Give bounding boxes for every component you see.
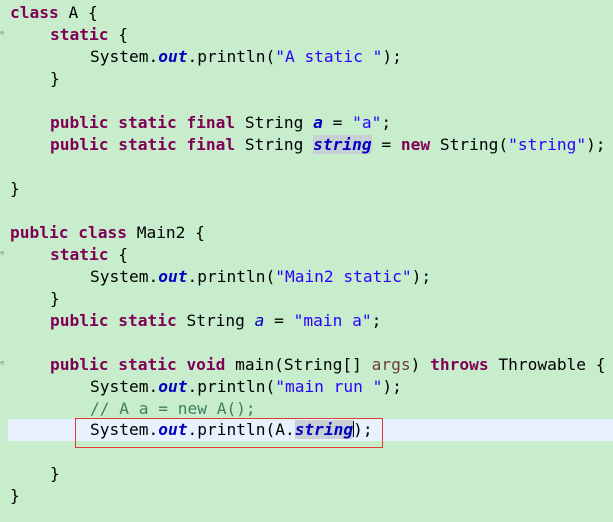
code-text: { bbox=[108, 25, 128, 44]
code-text: .println( bbox=[187, 267, 276, 286]
editor-gutter bbox=[0, 0, 8, 522]
code-text: Throwable { bbox=[488, 355, 606, 374]
static-field: out bbox=[158, 267, 188, 286]
code-text: } bbox=[50, 289, 60, 308]
string-literal: "a" bbox=[352, 113, 382, 132]
code-text: ); bbox=[586, 135, 606, 154]
keyword: new bbox=[400, 135, 431, 154]
keyword: throws bbox=[430, 355, 489, 374]
code-editor[interactable]: ⊖ ⊖ ⊖ class A { static { System.out.prin… bbox=[0, 0, 613, 522]
code-line[interactable]: } bbox=[10, 485, 20, 507]
code-text: ; bbox=[371, 311, 382, 330]
code-text: System. bbox=[90, 377, 159, 396]
code-line[interactable]: static { bbox=[50, 24, 128, 46]
string-literal: "A static " bbox=[275, 47, 383, 66]
keyword: static bbox=[50, 25, 109, 44]
keyword: public static final bbox=[50, 135, 236, 154]
code-line[interactable]: System.out.println("Main2 static"); bbox=[90, 266, 431, 288]
code-line[interactable]: } bbox=[50, 68, 60, 90]
fold-marker-icon[interactable]: ⊖ bbox=[0, 250, 6, 257]
code-text: String( bbox=[430, 135, 509, 154]
string-literal: "string" bbox=[508, 135, 587, 154]
code-text: ); bbox=[411, 267, 432, 286]
code-line[interactable]: } bbox=[50, 288, 60, 310]
code-text: String bbox=[235, 135, 314, 154]
code-text: ) bbox=[410, 355, 431, 374]
keyword: public class bbox=[10, 223, 127, 242]
code-line[interactable]: } bbox=[50, 463, 60, 485]
fold-marker-icon[interactable]: ⊖ bbox=[0, 360, 6, 367]
code-line[interactable]: public static final String a = "a"; bbox=[50, 112, 391, 134]
static-field: a bbox=[254, 311, 265, 330]
code-line[interactable]: System.out.println("main run "); bbox=[90, 376, 402, 398]
code-text: String bbox=[176, 311, 255, 330]
string-literal: "main a" bbox=[293, 311, 372, 330]
code-text: { bbox=[108, 245, 128, 264]
code-line[interactable]: public class Main2 { bbox=[10, 222, 205, 244]
highlight-annotation-box bbox=[75, 418, 383, 448]
code-line[interactable]: static { bbox=[50, 244, 128, 266]
code-text: = bbox=[371, 135, 401, 154]
code-line[interactable]: System.out.println("A static "); bbox=[90, 46, 402, 68]
code-text: .println( bbox=[187, 47, 276, 66]
code-text: .println( bbox=[187, 377, 276, 396]
code-line[interactable]: // A a = new A(); bbox=[90, 398, 256, 420]
keyword: class bbox=[10, 3, 59, 22]
static-field: out bbox=[158, 377, 188, 396]
static-field: string bbox=[313, 135, 372, 154]
code-text: Main2 { bbox=[126, 223, 205, 242]
code-line[interactable]: class A { bbox=[10, 2, 98, 24]
keyword: public static bbox=[50, 311, 177, 330]
code-text: } bbox=[50, 464, 60, 483]
keyword: public static final bbox=[50, 113, 236, 132]
keyword: public static void bbox=[50, 355, 226, 374]
code-text: main(String[] bbox=[225, 355, 372, 374]
code-line[interactable]: public static String a = "main a"; bbox=[50, 310, 381, 332]
code-text: } bbox=[50, 69, 60, 88]
code-text: System. bbox=[90, 267, 159, 286]
code-comment: // A a = new A(); bbox=[90, 399, 256, 418]
code-text: } bbox=[10, 486, 20, 505]
string-literal: "Main2 static" bbox=[275, 267, 412, 286]
string-literal: "main run " bbox=[275, 377, 383, 396]
parameter: args bbox=[371, 355, 411, 374]
code-line[interactable]: public static final String string = new … bbox=[50, 134, 606, 156]
keyword: static bbox=[50, 245, 109, 264]
code-text: ); bbox=[382, 377, 402, 396]
code-text: ; bbox=[381, 113, 392, 132]
code-text: ); bbox=[382, 47, 402, 66]
code-text: A { bbox=[58, 3, 98, 22]
code-line[interactable]: } bbox=[10, 178, 20, 200]
static-field: out bbox=[158, 47, 188, 66]
static-field: a bbox=[313, 113, 323, 132]
code-text: } bbox=[10, 179, 20, 198]
code-text: = bbox=[322, 113, 353, 132]
fold-marker-icon[interactable]: ⊖ bbox=[0, 30, 6, 37]
code-line[interactable]: public static void main(String[] args) t… bbox=[50, 354, 606, 376]
code-text: System. bbox=[90, 47, 159, 66]
code-text: = bbox=[264, 311, 294, 330]
code-text: String bbox=[235, 113, 314, 132]
